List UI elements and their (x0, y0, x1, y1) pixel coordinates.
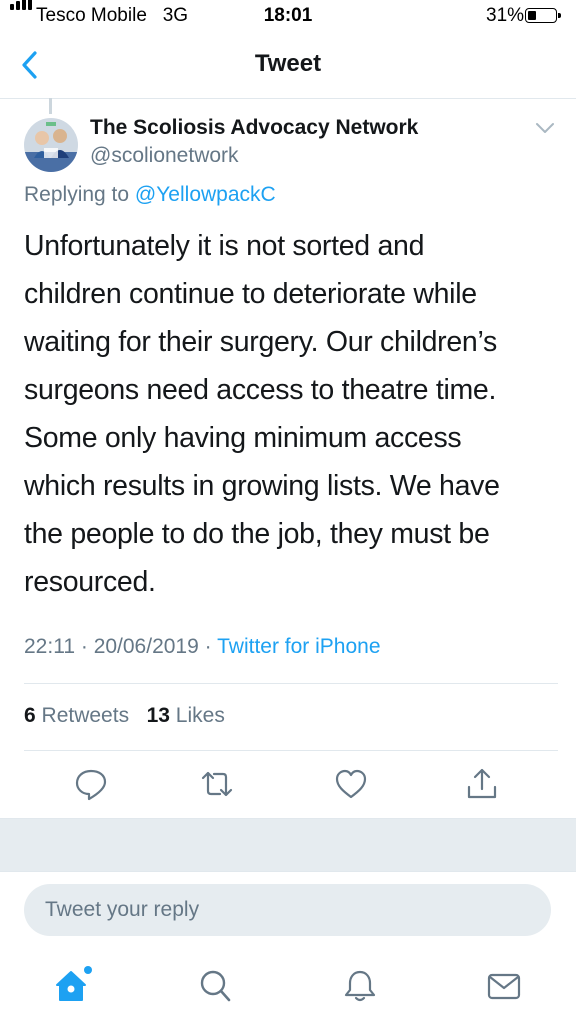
reply-placeholder: Tweet your reply (45, 898, 200, 921)
tweet-source-link[interactable]: Twitter for iPhone (217, 635, 380, 658)
new-content-indicator (84, 966, 92, 974)
home-icon (56, 971, 86, 1001)
tweet-date: 20/06/2019 (93, 635, 199, 658)
tweet-meta: 22:11 · 20/06/2019 · Twitter for iPhone (24, 635, 381, 658)
page-title: Tweet (254, 50, 322, 77)
tweet-time: 22:11 (24, 635, 75, 658)
tweet-stats: 6 Retweets 13 Likes (24, 704, 225, 728)
search-icon (200, 970, 231, 1002)
reply-mention-link[interactable]: @YellowpackC (135, 183, 276, 206)
divider (24, 683, 558, 684)
share-button[interactable] (464, 766, 500, 802)
tab-messages[interactable] (486, 968, 522, 1004)
battery-percent: 31% (486, 5, 525, 26)
retweets-stat[interactable]: 6 Retweets (24, 704, 129, 727)
tweet-text: Unfortunately it is not sorted and child… (24, 230, 500, 598)
avatar-image (24, 118, 78, 172)
likes-stat[interactable]: 13 Likes (147, 704, 225, 727)
thread-connector (49, 98, 52, 114)
section-separator (0, 818, 576, 872)
tweet-options-button[interactable] (534, 120, 556, 136)
reply-button[interactable] (73, 766, 109, 802)
reply-icon (75, 769, 107, 801)
tab-home[interactable] (53, 968, 89, 1004)
navigation-bar: Tweet (0, 32, 576, 99)
share-icon (467, 768, 497, 799)
tab-search[interactable] (197, 968, 233, 1004)
status-bar: Tesco Mobile 3G 18:01 31% (0, 0, 576, 32)
notifications-icon (344, 970, 376, 1002)
retweet-icon (201, 771, 233, 797)
messages-icon (487, 973, 521, 1000)
battery-icon (525, 8, 561, 23)
tab-notifications[interactable] (342, 968, 378, 1004)
author-name[interactable]: The Scoliosis Advocacy Network (90, 116, 418, 140)
like-icon (335, 769, 367, 799)
avatar[interactable] (24, 118, 78, 172)
retweet-button[interactable] (199, 766, 235, 802)
like-button[interactable] (333, 766, 369, 802)
replying-to: Replying to @YellowpackC (24, 183, 276, 206)
divider (24, 750, 558, 751)
chevron-down-icon (536, 123, 554, 133)
author-handle[interactable]: @scolionetwork (90, 144, 239, 168)
